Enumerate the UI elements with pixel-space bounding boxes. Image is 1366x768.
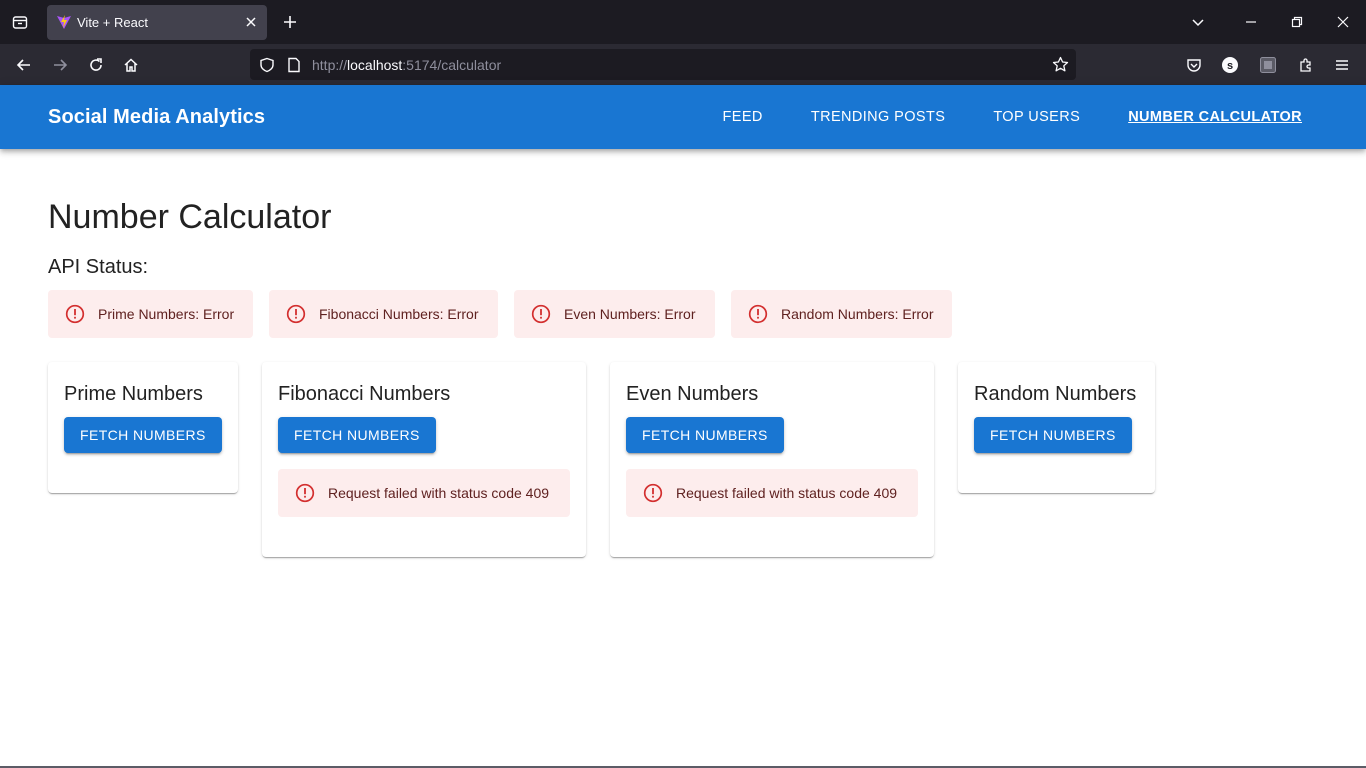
status-alert-prime: Prime Numbers: Error	[48, 290, 253, 338]
status-alert-random: Random Numbers: Error	[731, 290, 952, 338]
status-alert-text: Even Numbers: Error	[564, 306, 696, 322]
fetch-numbers-button[interactable]: FETCH NUMBERS	[626, 417, 784, 453]
url-text[interactable]: http://localhost:5174/calculator	[312, 57, 501, 73]
address-bar[interactable]: http://localhost:5174/calculator	[250, 49, 1076, 80]
shield-icon[interactable]	[258, 56, 275, 73]
error-outline-icon	[642, 482, 664, 504]
fetch-numbers-button[interactable]: FETCH NUMBERS	[64, 417, 222, 453]
card-title: Prime Numbers	[64, 383, 203, 405]
url-prefix: http://	[312, 57, 348, 73]
bookmark-star-icon[interactable]	[1052, 56, 1069, 73]
fetch-numbers-button[interactable]: FETCH NUMBERS	[278, 417, 436, 453]
status-alert-even: Even Numbers: Error	[514, 290, 715, 338]
card-even-numbers: Even Numbers FETCH NUMBERS Request faile…	[610, 362, 934, 557]
close-tab-icon[interactable]	[243, 14, 259, 30]
chevron-down-icon[interactable]	[1168, 0, 1228, 44]
card-random-numbers: Random Numbers FETCH NUMBERS	[958, 362, 1155, 493]
nav-number-calculator[interactable]: NUMBER CALCULATOR	[1128, 109, 1302, 125]
url-rest: :5174/calculator	[402, 57, 502, 73]
card-fibonacci-numbers: Fibonacci Numbers FETCH NUMBERS Request …	[262, 362, 586, 557]
page-icon[interactable]	[285, 56, 302, 73]
page-title: Number Calculator	[48, 198, 332, 236]
card-prime-numbers: Prime Numbers FETCH NUMBERS	[48, 362, 238, 493]
minimize-icon[interactable]	[1228, 0, 1274, 44]
card-title: Even Numbers	[626, 383, 759, 405]
error-alert-text: Request failed with status code 409	[676, 485, 898, 501]
status-alert-fibonacci: Fibonacci Numbers: Error	[269, 290, 498, 338]
error-outline-icon	[285, 303, 307, 325]
extension-icon[interactable]	[1255, 52, 1281, 78]
menu-hamburger-icon[interactable]	[1329, 52, 1355, 78]
tab-list-icon[interactable]	[8, 10, 32, 34]
restore-icon[interactable]	[1274, 0, 1320, 44]
new-tab-icon[interactable]	[280, 12, 300, 32]
nav-feed[interactable]: FEED	[723, 109, 763, 125]
card-title: Random Numbers	[974, 383, 1137, 405]
card-title: Fibonacci Numbers	[278, 383, 451, 405]
api-status-heading: API Status:	[48, 256, 149, 278]
close-window-icon[interactable]	[1320, 0, 1366, 44]
reload-icon[interactable]	[83, 52, 109, 78]
forward-icon[interactable]	[47, 52, 73, 78]
extensions-puzzle-icon[interactable]	[1293, 52, 1319, 78]
error-outline-icon	[530, 303, 552, 325]
api-status-list: Prime Numbers: Error Fibonacci Numbers: …	[48, 290, 968, 338]
fetch-numbers-button[interactable]: FETCH NUMBERS	[974, 417, 1132, 453]
back-icon[interactable]	[11, 52, 37, 78]
error-outline-icon	[294, 482, 316, 504]
error-alert-text: Request failed with status code 409	[328, 485, 550, 501]
brand-title: Social Media Analytics	[48, 106, 266, 128]
status-alert-text: Random Numbers: Error	[781, 306, 934, 322]
status-alert-text: Fibonacci Numbers: Error	[319, 306, 479, 322]
tab-title: Vite + React	[77, 15, 148, 30]
pocket-icon[interactable]	[1181, 52, 1207, 78]
app-bar: Social Media Analytics FEED TRENDING POS…	[0, 85, 1366, 149]
browser-tab-bar: Vite + React	[0, 0, 1366, 44]
browser-tab[interactable]: Vite + React	[47, 5, 267, 40]
error-alert: Request failed with status code 409	[626, 469, 918, 517]
status-alert-text: Prime Numbers: Error	[98, 306, 235, 322]
error-outline-icon	[747, 303, 769, 325]
account-avatar-icon[interactable]: s	[1217, 52, 1243, 78]
error-alert: Request failed with status code 409	[278, 469, 570, 517]
browser-toolbar: http://localhost:5174/calculator s	[0, 44, 1366, 85]
nav-trending-posts[interactable]: TRENDING POSTS	[811, 109, 946, 125]
url-host: localhost	[347, 57, 403, 73]
vite-logo-icon	[56, 14, 72, 30]
svg-text:s: s	[1227, 60, 1233, 72]
home-icon[interactable]	[118, 52, 144, 78]
nav-top-users[interactable]: TOP USERS	[993, 109, 1080, 125]
main-nav: FEED TRENDING POSTS TOP USERS NUMBER CAL…	[675, 85, 1302, 149]
error-outline-icon	[64, 303, 86, 325]
